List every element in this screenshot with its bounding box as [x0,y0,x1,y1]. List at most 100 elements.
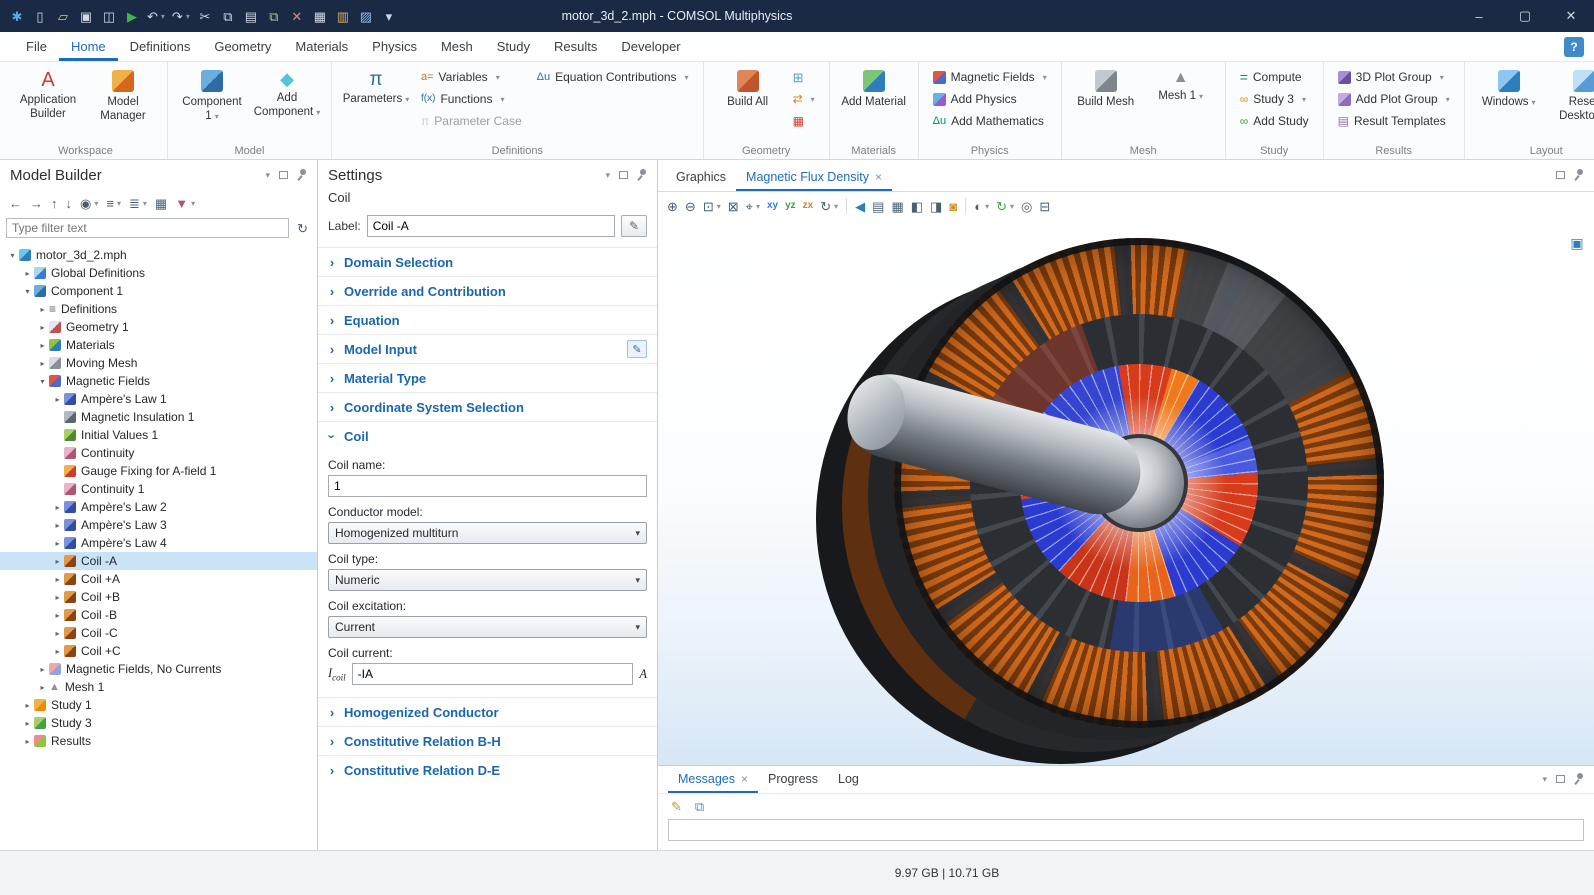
section-coil[interactable]: › Coil [318,421,657,450]
customize-toolbar-icon[interactable]: ▾ [378,4,400,28]
filter-input[interactable] [6,218,289,238]
new-file-icon[interactable]: ▯ [29,4,51,28]
section-model-input[interactable]: ›Model Input✎ [318,334,657,363]
tree-item-amp-re-s-law-1[interactable]: ▸Ampère's Law 1 [0,390,317,408]
expand-arrow-icon[interactable]: ▸ [51,629,64,638]
tree-item-amp-re-s-law-4[interactable]: ▸Ampère's Law 4 [0,534,317,552]
view-lock-icon[interactable]: ◙ [946,196,960,216]
component-1-button[interactable]: Component 1▾ [176,66,248,128]
expand-arrow-icon[interactable]: ▾ [6,251,19,260]
zoom-extents-icon[interactable]: ⊠ [725,196,742,216]
redo-icon[interactable]: ↷▾ [169,4,193,28]
delete-icon[interactable]: ✕ [286,4,308,28]
float-icon[interactable] [1556,773,1565,785]
coil-current-input[interactable] [352,663,634,685]
magnetic-fields-button[interactable]: Magnetic Fields▾ [927,66,1053,88]
menu-tab-physics[interactable]: Physics [360,32,429,61]
minimize-button[interactable]: – [1456,0,1502,32]
section-domain-selection[interactable]: ›Domain Selection [318,247,657,276]
build-all-button[interactable]: Build All [712,66,784,114]
rename-icon[interactable]: ✎ [621,215,647,237]
windows-button[interactable]: Windows▾ [1473,66,1545,114]
reset-desktop-button[interactable]: Reset Desktop▾ [1548,66,1594,128]
section-coordinate-system-selection[interactable]: ›Coordinate System Selection [318,392,657,421]
coil-name-input[interactable] [328,475,647,497]
parameters-button[interactable]: πParameters▾ [340,66,412,111]
tree-item-component-1[interactable]: ▾Component 1 [0,282,317,300]
expand-arrow-icon[interactable]: ▸ [36,305,49,314]
expand-arrow-icon[interactable]: ▸ [21,701,34,710]
coil-excitation-select[interactable]: Current ▾ [328,616,647,638]
parameter-case-button[interactable]: πParameter Case [415,110,528,132]
variables-button[interactable]: a=Variables▾ [415,66,528,88]
add-component-button[interactable]: ◆Add Component▾ [251,66,323,124]
save-icon[interactable]: ▣ [75,4,97,28]
chevron-down-icon[interactable]: ▾ [1542,773,1547,785]
menu-tab-mesh[interactable]: Mesh [429,32,485,61]
tree-item-gauge-fixing-for-a-field-1[interactable]: Gauge Fixing for A-field 1 [0,462,317,480]
chevron-down-icon[interactable]: ▾ [265,170,270,181]
tree-item-results[interactable]: ▸Results [0,732,317,750]
messages-tab-progress[interactable]: Progress [758,765,828,793]
refresh-icon[interactable]: ↻ [294,218,311,238]
menu-tab-home[interactable]: Home [59,32,118,61]
expand-arrow-icon[interactable]: ▾ [21,287,34,296]
float-icon[interactable] [619,171,628,179]
section-equation[interactable]: ›Equation [318,305,657,334]
expand-arrow-icon[interactable]: ▸ [51,557,64,566]
mesh-1-button[interactable]: ▲Mesh 1▾ [1145,66,1217,108]
chevron-down-icon[interactable]: ▾ [605,170,610,181]
tree-item-amp-re-s-law-2[interactable]: ▸Ampère's Law 2 [0,498,317,516]
tree-item-materials[interactable]: ▸Materials [0,336,317,354]
menu-tab-file[interactable]: File [14,32,59,61]
zoom-box-icon[interactable]: ⊡▾ [700,196,724,216]
graphics-canvas[interactable]: ▣ [658,220,1594,765]
label-input[interactable] [367,215,615,237]
messages-tab-log[interactable]: Log [828,765,869,793]
image-icon[interactable]: ▣ [1566,232,1588,254]
expand-arrow-icon[interactable]: ▸ [51,503,64,512]
clip-plane-icon[interactable]: ◨ [927,196,945,216]
camera-icon[interactable]: ◎ [1018,196,1035,216]
expand-arrow-icon[interactable]: ▸ [36,665,49,674]
section-material-type[interactable]: ›Material Type [318,363,657,392]
graphics-tab-magnetic-flux-density[interactable]: Magnetic Flux Density× [736,163,892,191]
transparency-icon[interactable]: ◧ [908,196,926,216]
expand-arrow-icon[interactable]: ▸ [36,323,49,332]
tree-item-continuity[interactable]: Continuity [0,444,317,462]
tree-item-coil-a[interactable]: ▸Coil -A [0,552,317,570]
tree-item-global-definitions[interactable]: ▸Global Definitions [0,264,317,282]
tree-item-study-3[interactable]: ▸Study 3 [0,714,317,732]
study-3-button[interactable]: ∞Study 3▾ [1234,88,1315,110]
material-color-icon[interactable]: ▤ [869,196,887,216]
menu-tab-results[interactable]: Results [542,32,609,61]
compute-button[interactable]: =Compute [1234,66,1315,88]
cut-icon[interactable]: ✂ [194,4,216,28]
run-icon[interactable]: ▶ [121,4,143,28]
tree-item-motor-3d-2-mph[interactable]: ▾motor_3d_2.mph [0,246,317,264]
expand-arrow-icon[interactable]: ▸ [51,395,64,404]
go-to-view-icon[interactable]: ⌖▾ [743,196,763,216]
functions-button[interactable]: f(x)Functions▾ [415,88,528,110]
tree-item-mesh-1[interactable]: ▸▲Mesh 1 [0,678,317,696]
section-constitutive-relation-d-e[interactable]: ›Constitutive Relation D-E [318,755,657,784]
float-icon[interactable] [1556,169,1565,181]
expand-arrow-icon[interactable]: ▸ [51,611,64,620]
back-icon[interactable]: ← [6,193,25,213]
conductor-model-select[interactable]: Homogenized multiturn ▾ [328,522,647,544]
open-icon[interactable]: ▱ [52,4,74,28]
expand-arrow-icon[interactable]: ▸ [36,683,49,692]
messages-tab-messages[interactable]: Messages× [668,765,758,793]
expand-arrow-icon[interactable]: ▸ [21,719,34,728]
evaluate-icon[interactable]: ▥ [332,4,354,28]
expand-arrow-icon[interactable]: ▸ [36,359,49,368]
show-icon[interactable]: ◉▾ [77,193,101,213]
tree-item-coil-b[interactable]: ▸Coil +B [0,588,317,606]
help-button[interactable]: ? [1564,37,1584,57]
tree-item-definitions[interactable]: ▸≡Definitions [0,300,317,318]
close-icon[interactable]: × [875,170,882,184]
tree-item-magnetic-fields-no-currents[interactable]: ▸Magnetic Fields, No Currents [0,660,317,678]
tree-item-continuity-1[interactable]: Continuity 1 [0,480,317,498]
node-text-icon[interactable]: ≡▾ [103,193,124,213]
expand-arrow-icon[interactable]: ▸ [36,341,49,350]
